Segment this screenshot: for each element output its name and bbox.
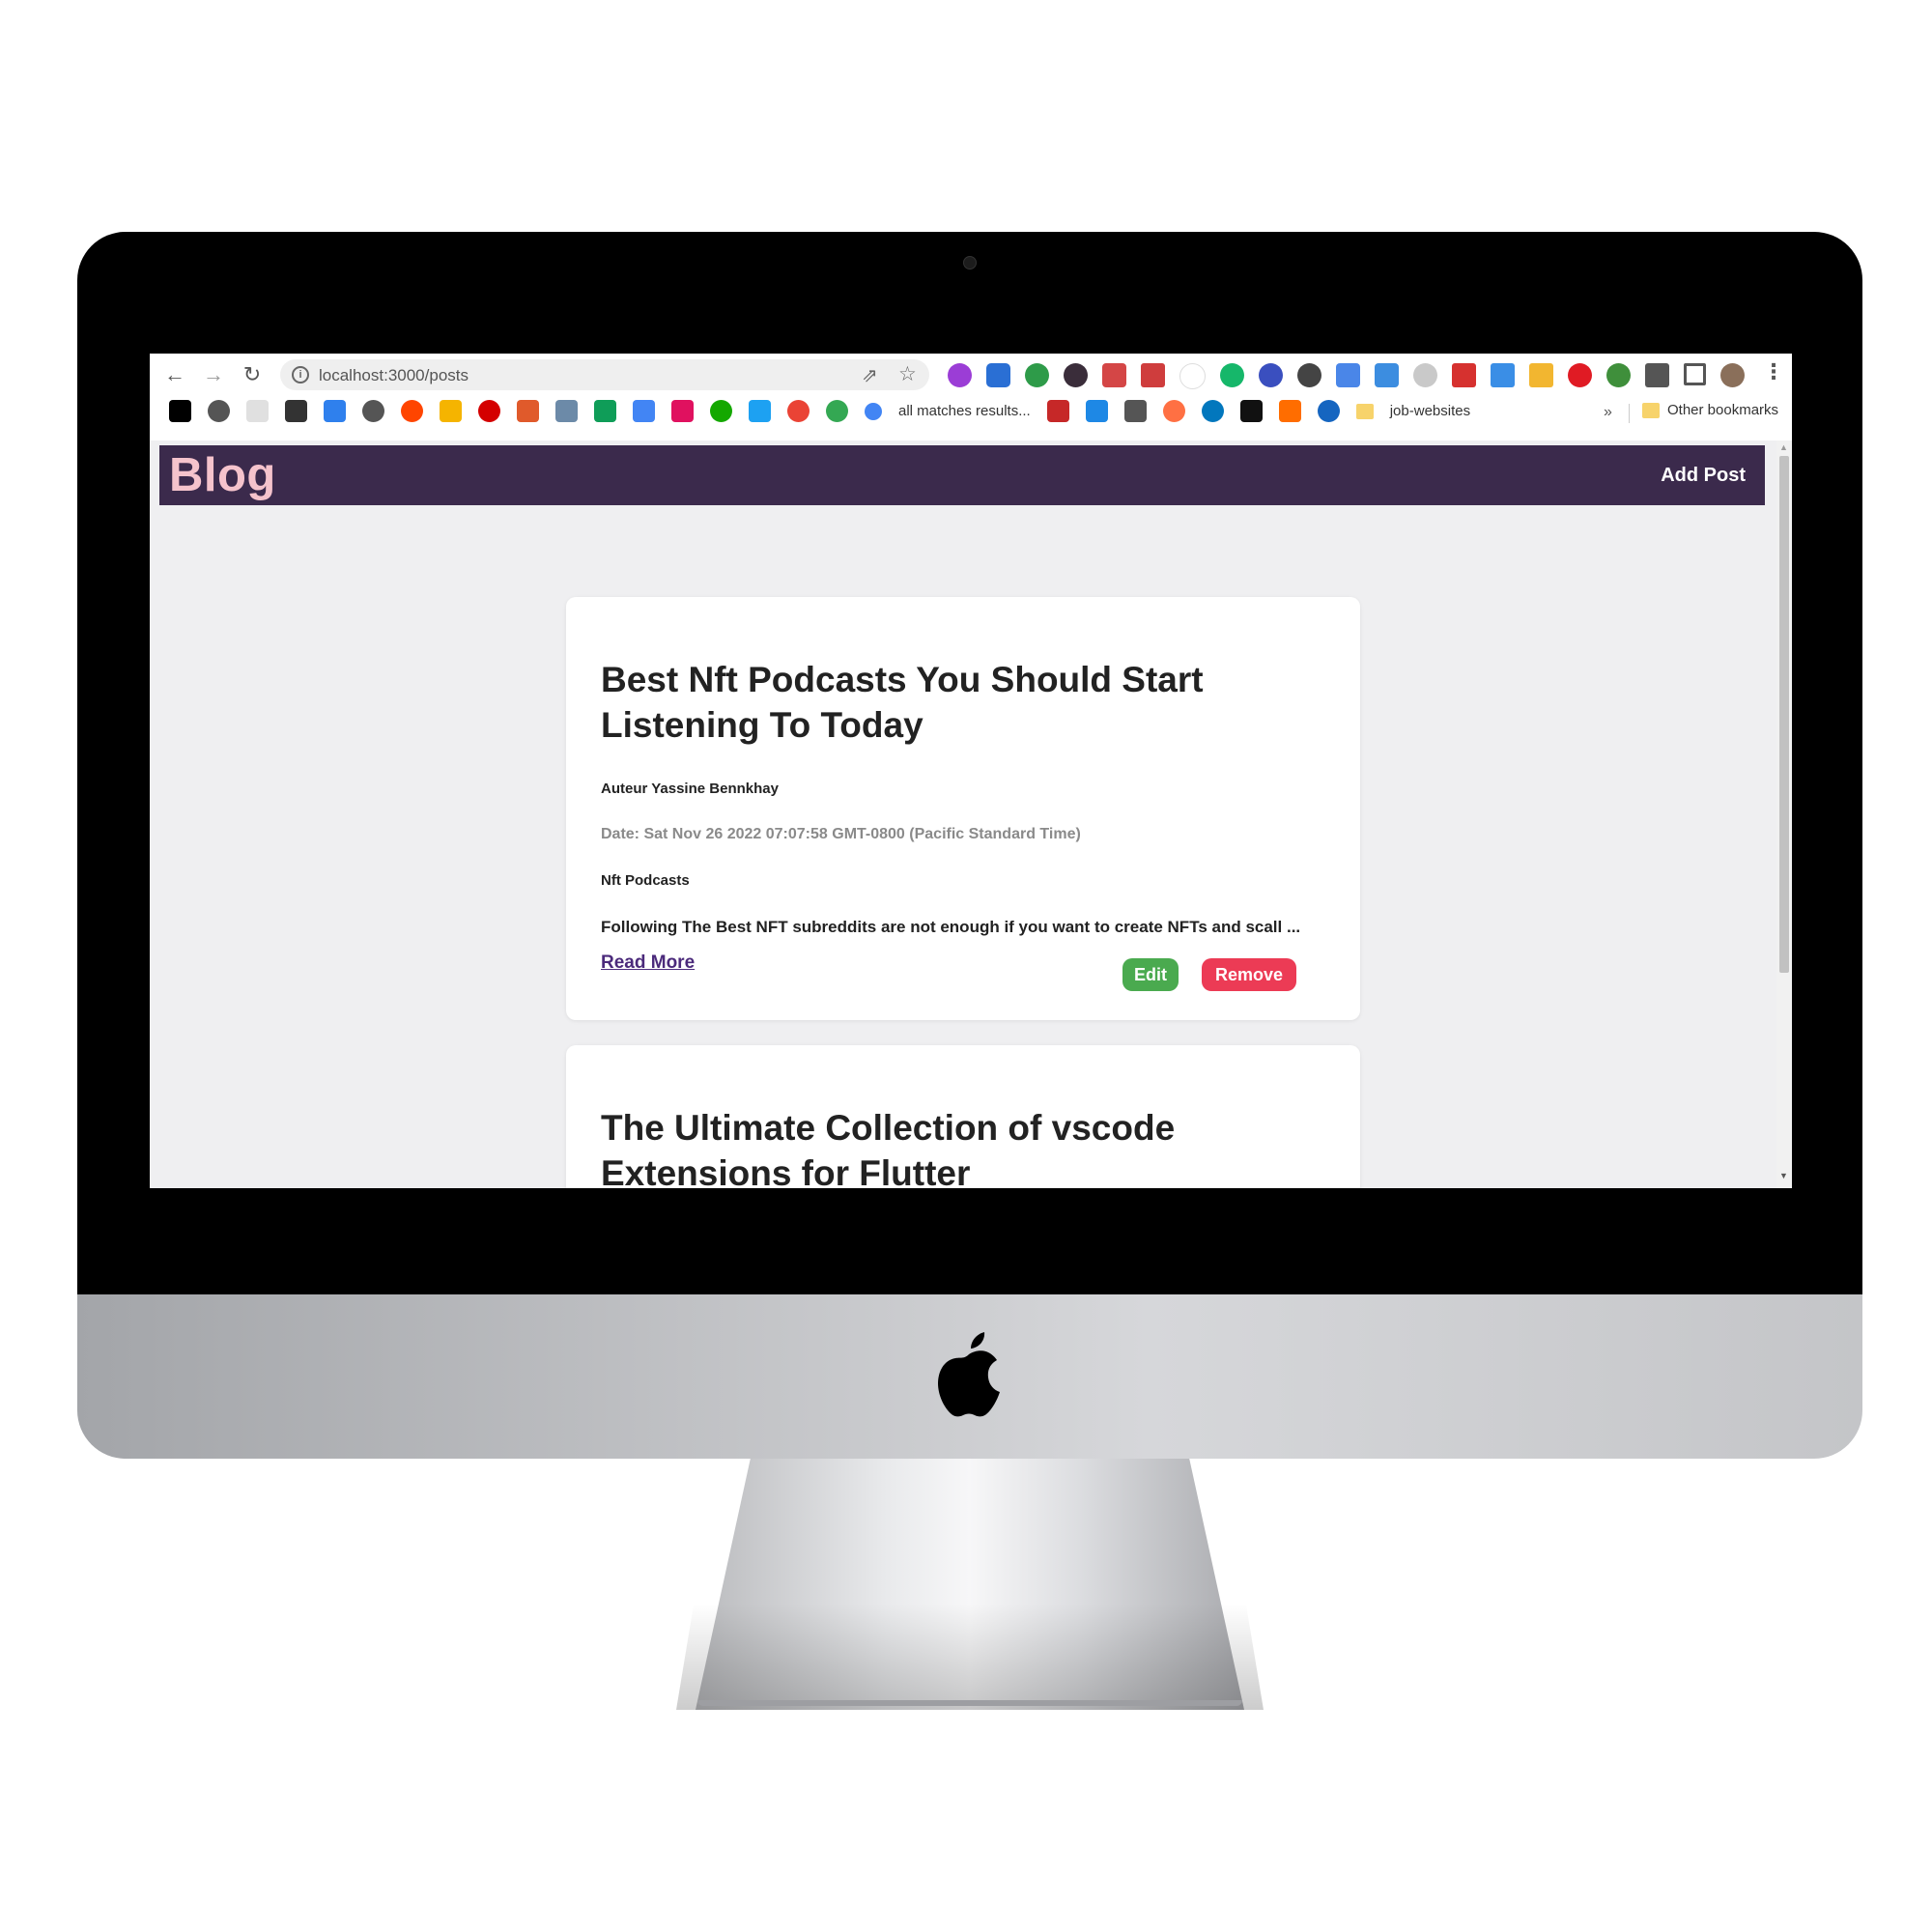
extension-icon[interactable] <box>948 363 972 387</box>
page-viewport: Blog Add Post Best Nft Podcasts You Shou… <box>150 440 1792 1188</box>
bookmark-icon[interactable] <box>1317 400 1340 422</box>
extension-icon[interactable] <box>1452 363 1476 387</box>
bookmark-icon[interactable] <box>440 400 462 422</box>
scroll-down-icon[interactable]: ▼ <box>1779 1171 1788 1180</box>
extension-icon[interactable] <box>1413 363 1437 387</box>
extension-icon[interactable] <box>1102 363 1126 387</box>
other-bookmarks[interactable]: Other bookmarks <box>1642 402 1778 418</box>
post-title: Best Nft Podcasts You Should Start Liste… <box>601 660 1204 745</box>
reload-icon[interactable]: ↻ <box>239 361 266 388</box>
bookmark-icon[interactable] <box>246 400 269 422</box>
extension-icon[interactable] <box>1064 363 1088 387</box>
folder-icon <box>1642 402 1660 418</box>
bookmark-job-websites[interactable]: job-websites <box>1390 403 1470 419</box>
screen: ← → ↻ i localhost:3000/posts ⇗ ☆ ⋮ all m… <box>150 307 1792 1188</box>
apple-logo-icon <box>938 1332 1000 1417</box>
address-bar[interactable]: i localhost:3000/posts ⇗ ☆ <box>280 359 929 390</box>
profile-avatar[interactable] <box>1720 363 1745 387</box>
bookmark-icon[interactable] <box>1046 400 1069 422</box>
bookmarks-bar: all matches results... job-websites <box>169 400 1470 422</box>
extensions-row <box>948 363 1745 389</box>
scroll-up-icon[interactable]: ▲ <box>1779 442 1788 452</box>
bookmark-icon[interactable] <box>787 400 810 422</box>
bookmark-icon[interactable] <box>633 400 655 422</box>
extension-icon[interactable] <box>1606 363 1631 387</box>
extension-icon[interactable] <box>1297 363 1321 387</box>
post-excerpt: Following The Best NFT subreddits are no… <box>601 918 1301 936</box>
kebab-menu-icon[interactable]: ⋮ <box>1763 359 1784 384</box>
forward-arrow-icon[interactable]: → <box>200 361 227 388</box>
bookmark-icon[interactable] <box>594 400 616 422</box>
bookmark-icon[interactable] <box>517 400 539 422</box>
bookmark-icon[interactable] <box>710 400 732 422</box>
bookmark-icon[interactable] <box>362 400 384 422</box>
site-info-icon[interactable]: i <box>292 366 309 384</box>
browser-chrome: ← → ↻ i localhost:3000/posts ⇗ ☆ ⋮ all m… <box>150 354 1792 441</box>
extension-icon[interactable] <box>1491 363 1515 387</box>
bookmark-separator <box>1629 404 1630 423</box>
extension-icon[interactable] <box>1529 363 1553 387</box>
bookmark-icon[interactable] <box>1085 400 1108 422</box>
post-author: Auteur Yassine Bennkhay <box>601 781 779 797</box>
bookmark-all-matches[interactable]: all matches results... <box>898 403 1031 419</box>
bookmark-icon[interactable] <box>1278 400 1301 422</box>
folder-icon <box>1355 403 1374 419</box>
puzzle-icon[interactable] <box>1645 363 1669 387</box>
extension-icon[interactable] <box>1336 363 1360 387</box>
bookmark-icon[interactable] <box>1201 400 1224 422</box>
bookmark-star-icon[interactable]: ☆ <box>898 362 917 386</box>
bookmark-icon[interactable] <box>169 400 191 422</box>
bookmark-icon[interactable] <box>826 400 848 422</box>
extension-icon[interactable] <box>1141 363 1165 387</box>
more-bookmarks-chevron[interactable]: » <box>1604 404 1612 421</box>
app-navbar: Blog Add Post <box>159 445 1765 505</box>
url-text: localhost:3000/posts <box>319 366 469 384</box>
extension-icon[interactable] <box>1179 363 1206 389</box>
bookmark-icon[interactable] <box>1123 400 1147 422</box>
bookmark-icon[interactable] <box>208 400 230 422</box>
remove-button[interactable]: Remove <box>1202 958 1296 991</box>
edit-button[interactable]: Edit <box>1122 958 1179 991</box>
bookmark-icon[interactable] <box>478 400 500 422</box>
extension-icon[interactable] <box>1220 363 1244 387</box>
bookmark-icon[interactable] <box>324 400 346 422</box>
post-category: Nft Podcasts <box>601 872 690 889</box>
extension-icon[interactable] <box>986 363 1010 387</box>
brand-logo[interactable]: Blog <box>169 448 276 502</box>
extension-icon[interactable] <box>1259 363 1283 387</box>
extension-icon[interactable] <box>1025 363 1049 387</box>
bookmark-icon[interactable] <box>671 400 694 422</box>
extension-icon[interactable] <box>1375 363 1399 387</box>
post-date: Date: Sat Nov 26 2022 07:07:58 GMT-0800 … <box>601 826 1081 842</box>
bookmark-icon[interactable] <box>555 400 578 422</box>
post-card: The Ultimate Collection of vscode Extens… <box>566 1045 1360 1188</box>
share-icon[interactable]: ⇗ <box>862 363 878 387</box>
bookmark-icon[interactable] <box>749 400 771 422</box>
post-actions: Read More Edit Remove <box>601 952 1325 991</box>
google-icon[interactable] <box>865 402 882 420</box>
other-bookmarks-label: Other bookmarks <box>1667 402 1779 418</box>
read-more-link[interactable]: Read More <box>601 952 695 973</box>
add-post-link[interactable]: Add Post <box>1661 465 1746 487</box>
monitor-stand-shadow <box>676 1604 1264 1710</box>
post-card: Best Nft Podcasts You Should Start Liste… <box>566 597 1360 1020</box>
extension-icon[interactable] <box>1568 363 1592 387</box>
webcam <box>963 256 977 270</box>
bookmark-icon[interactable] <box>1239 400 1263 422</box>
scrollbar-thumb[interactable] <box>1779 456 1789 973</box>
bookmark-icon[interactable] <box>1162 400 1185 422</box>
post-title: The Ultimate Collection of vscode Extens… <box>601 1108 1176 1188</box>
bookmark-icon[interactable] <box>401 400 423 422</box>
monitor-foot <box>697 1700 1242 1706</box>
page-scrollbar[interactable]: ▲ ▼ <box>1776 440 1792 1188</box>
bookmark-icon[interactable] <box>285 400 307 422</box>
side-panel-icon[interactable] <box>1684 363 1706 385</box>
back-arrow-icon[interactable]: ← <box>161 361 188 388</box>
